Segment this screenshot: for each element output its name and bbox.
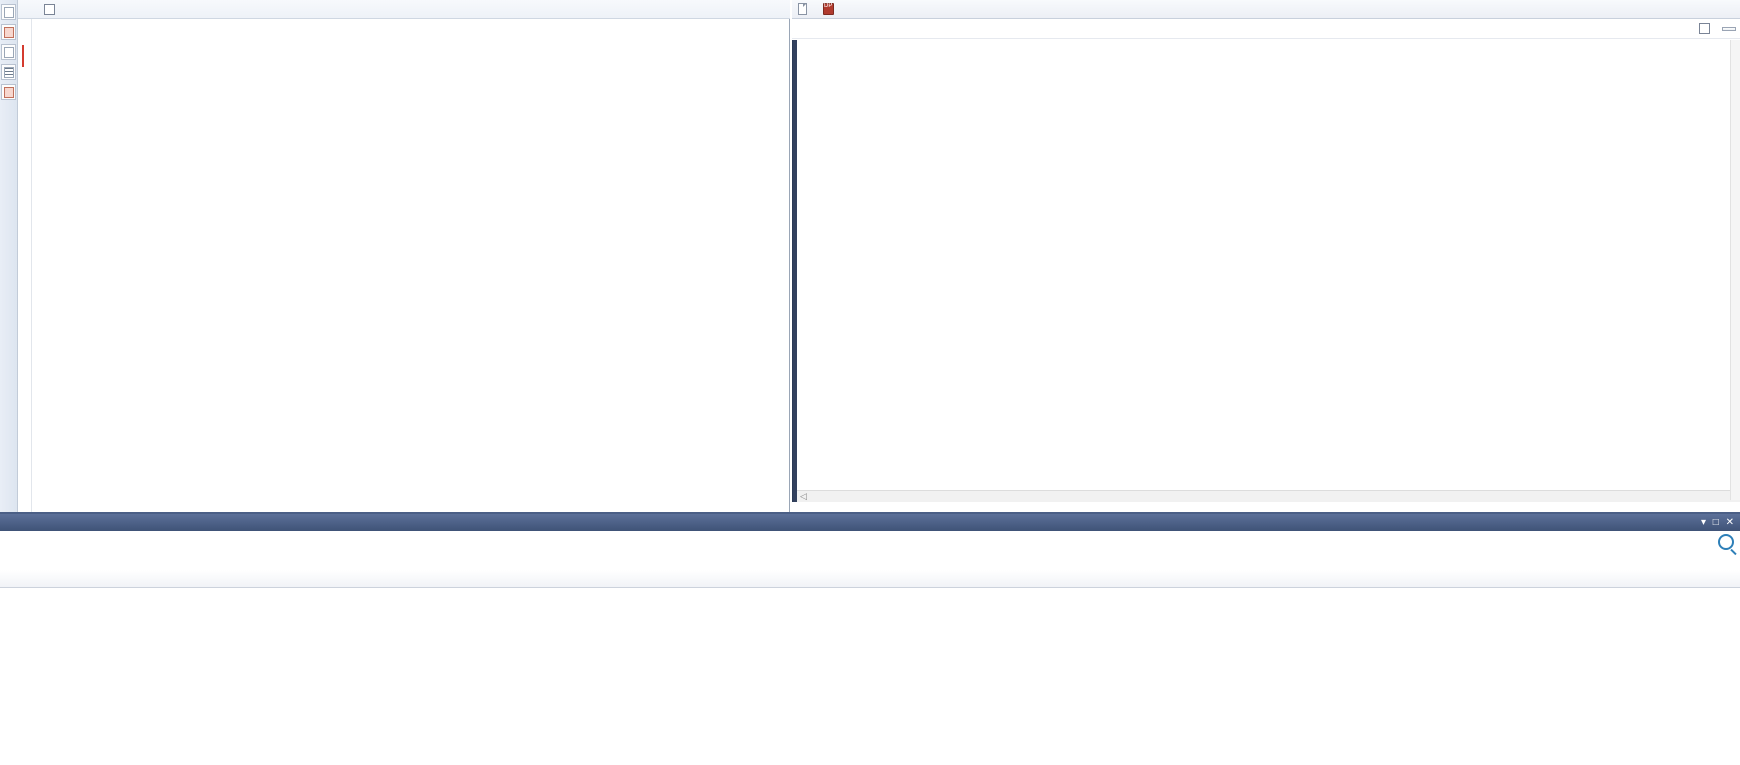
source-pane: ◁ ▷ [792, 0, 1740, 512]
panel-window-controls[interactable]: ▾ □ ✕ [1701, 517, 1736, 528]
open-in-visual-studio-button[interactable] [1722, 26, 1736, 31]
call-tree-panel[interactable] [18, 19, 790, 512]
toolstrip-button-4[interactable] [1, 64, 16, 80]
checkbox-box[interactable] [1699, 23, 1710, 34]
call-tree-gutter [18, 19, 32, 512]
code-editor[interactable]: ◁ ▷ [792, 40, 1740, 502]
left-toolstrip [0, 0, 18, 512]
subsystems-panel: ▾ □ ✕ [0, 512, 1740, 765]
zoom-icon[interactable] [1718, 534, 1734, 550]
hot-path-marker [22, 45, 24, 59]
source-toolbar [792, 19, 1740, 39]
subsystems-title-bar: ▾ □ ✕ [0, 514, 1740, 531]
threads-toolbar [18, 0, 790, 19]
subsystems-table-header [0, 570, 1740, 588]
toolstrip-button-5[interactable] [1, 84, 16, 100]
show-system-threads-checkbox[interactable] [44, 3, 59, 15]
checkbox-box[interactable] [44, 3, 55, 15]
tab-docxhelper[interactable] [798, 3, 811, 15]
document-icon [798, 3, 807, 15]
subsystems-bar-chart[interactable] [0, 531, 1740, 570]
source-tabs[interactable] [792, 0, 1740, 19]
toolstrip-button-1[interactable] [1, 4, 16, 20]
decompile-icon [823, 3, 834, 15]
toolstrip-button-2[interactable] [1, 24, 16, 40]
tab-decompiled-source[interactable] [823, 3, 838, 15]
editor-horizontal-scrollbar[interactable]: ◁ ▷ [797, 490, 1740, 502]
toolstrip-button-3[interactable] [1, 44, 16, 60]
show-il-code-checkbox[interactable] [1699, 23, 1714, 34]
hot-path-marker [22, 59, 24, 67]
scroll-left-arrow[interactable]: ◁ [800, 491, 807, 502]
subsystems-table-rows[interactable] [0, 588, 1740, 765]
code-lines[interactable] [797, 40, 1740, 502]
editor-vertical-scrollbar[interactable] [1730, 40, 1740, 500]
